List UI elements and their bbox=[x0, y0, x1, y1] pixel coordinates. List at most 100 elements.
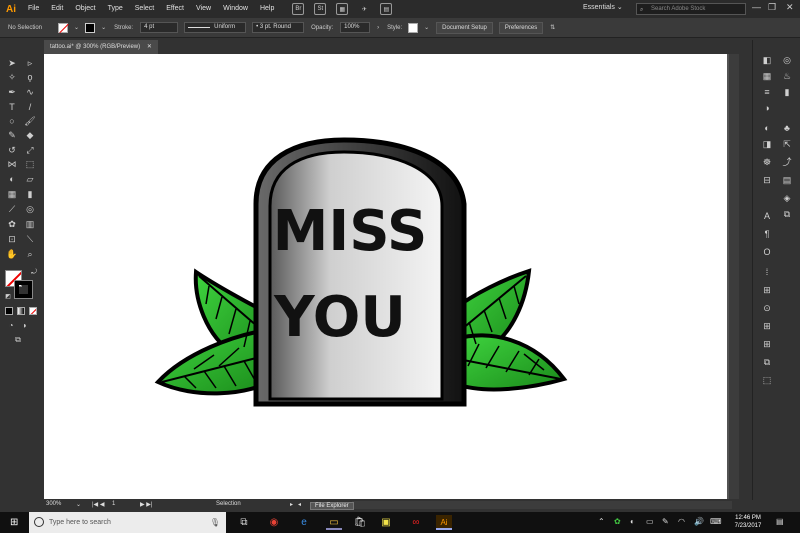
gradient-tool-icon[interactable]: ▮ bbox=[24, 188, 36, 200]
scale-tool-icon[interactable]: ⤢ bbox=[24, 144, 36, 156]
artboard-nav-prev[interactable]: |◀ ◀ bbox=[92, 501, 104, 508]
blend-tool-icon[interactable]: ◎ bbox=[24, 203, 36, 215]
stroke-swatch[interactable] bbox=[85, 22, 96, 33]
artboard[interactable]: MISS YOU bbox=[44, 54, 727, 499]
arrange-icon[interactable]: ⇅ bbox=[550, 24, 555, 31]
layers-icon[interactable]: ◈ bbox=[781, 192, 793, 204]
swap-fill-stroke-icon[interactable]: ⤾ bbox=[28, 267, 40, 279]
paintbrush-icon[interactable]: 🖌 bbox=[24, 115, 36, 127]
export-icon[interactable]: ⇱ bbox=[781, 138, 793, 150]
align-icon[interactable]: ⊟ bbox=[761, 174, 773, 186]
document-tab[interactable]: tattoo.ai* @ 300% (RGB/Preview) ✕ bbox=[44, 40, 158, 54]
column-graph-icon[interactable]: ▥ bbox=[24, 218, 36, 230]
transparency-icon[interactable]: ◑ bbox=[761, 102, 773, 114]
variable-width-profile[interactable]: Uniform bbox=[184, 22, 247, 33]
curvature-tool-icon[interactable]: ∿ bbox=[24, 86, 36, 98]
chevron-right-icon[interactable]: › bbox=[377, 25, 379, 31]
opacity-label[interactable]: Opacity: bbox=[311, 25, 333, 31]
artboard-number[interactable]: 1 bbox=[112, 501, 115, 507]
chevron-down-icon[interactable]: ⌄ bbox=[424, 24, 429, 31]
arrange-view-icon[interactable]: ▤ bbox=[380, 3, 393, 15]
keyboard-icon[interactable]: ⌨ bbox=[710, 517, 722, 526]
symbol-sprayer-icon[interactable]: ✿ bbox=[6, 218, 18, 230]
vertical-scrollbar[interactable] bbox=[729, 54, 739, 499]
swatches-icon[interactable]: ▦ bbox=[761, 70, 773, 82]
graphic-styles-icon[interactable]: ♣ bbox=[781, 122, 793, 134]
gradient-swatch[interactable] bbox=[17, 307, 25, 315]
direct-selection-tool-icon[interactable]: ▹ bbox=[24, 57, 36, 69]
type-tool-icon[interactable]: T bbox=[6, 101, 18, 113]
graphic-style-swatch[interactable] bbox=[408, 22, 419, 33]
stock-search-input[interactable]: ⌕ Search Adobe Stock bbox=[636, 3, 746, 15]
opacity-field[interactable]: 100% bbox=[340, 22, 371, 33]
menu-view[interactable]: View bbox=[190, 0, 217, 18]
menu-file[interactable]: File bbox=[22, 0, 45, 18]
free-transform-icon[interactable]: ⬚ bbox=[24, 158, 36, 170]
selection-tool-icon[interactable]: ➤ bbox=[6, 57, 18, 69]
screen-mode-icon[interactable]: ⧉ bbox=[12, 334, 24, 346]
variables-icon[interactable]: ⬚ bbox=[761, 374, 773, 386]
gpu-performance-icon[interactable]: ✈ bbox=[358, 3, 370, 15]
perspective-grid-icon[interactable]: ▱ bbox=[24, 173, 36, 185]
stock-icon[interactable]: St bbox=[314, 3, 327, 15]
transform-icon[interactable]: ⧉ bbox=[761, 356, 773, 368]
character-icon[interactable]: A bbox=[761, 210, 773, 222]
chevron-left-icon[interactable]: ◂ bbox=[298, 501, 301, 508]
stroke-label[interactable]: Stroke: bbox=[114, 25, 133, 31]
paragraph-icon[interactable]: ¶ bbox=[761, 228, 773, 240]
slice-tool-icon[interactable]: ⟍ bbox=[24, 233, 36, 245]
file-explorer-icon[interactable]: ▭ bbox=[326, 515, 342, 530]
zoom-tool-icon[interactable]: ⌕ bbox=[24, 248, 36, 260]
mesh-tool-icon[interactable]: ▦ bbox=[6, 188, 18, 200]
microphone-icon[interactable]: 🎙 bbox=[210, 512, 220, 533]
brush-definition[interactable]: • 3 pt. Round bbox=[252, 22, 305, 33]
info-icon[interactable]: ⊞ bbox=[761, 338, 773, 350]
line-tool-icon[interactable]: / bbox=[24, 101, 36, 113]
shaper-tool-icon[interactable]: ✎ bbox=[6, 129, 18, 141]
tray-pen-icon[interactable]: ✎ bbox=[662, 517, 669, 526]
tray-device-icon[interactable]: ▭ bbox=[646, 517, 654, 526]
fill-swatch[interactable] bbox=[58, 22, 69, 33]
chevron-right-icon[interactable]: ▸ bbox=[290, 501, 293, 508]
gradient-panel-icon[interactable]: ▮ bbox=[781, 86, 793, 98]
stroke-panel-icon[interactable]: ≡ bbox=[761, 86, 773, 98]
lasso-icon[interactable]: ϙ bbox=[24, 71, 36, 83]
bridge-icon[interactable]: Br bbox=[292, 3, 305, 15]
eyedropper-icon[interactable]: ⟋ bbox=[6, 203, 18, 215]
tray-app-icon[interactable]: ✿ bbox=[614, 517, 621, 526]
stroke-weight-field[interactable]: 4 pt bbox=[140, 22, 179, 33]
properties-icon[interactable]: ☸ bbox=[761, 156, 773, 168]
navigator-icon[interactable]: ⊙ bbox=[761, 302, 773, 314]
document-setup-button[interactable]: Document Setup bbox=[436, 21, 493, 34]
menu-window[interactable]: Window bbox=[217, 0, 254, 18]
symbols-icon[interactable]: ◨ bbox=[761, 138, 773, 150]
tray-chevron-icon[interactable]: ⌃ bbox=[598, 517, 605, 526]
maximize-button[interactable]: ❐ bbox=[768, 2, 776, 13]
menu-edit[interactable]: Edit bbox=[45, 0, 69, 18]
chevron-down-icon[interactable]: ⌄ bbox=[76, 501, 81, 508]
opentype-icon[interactable]: O bbox=[761, 246, 773, 258]
tabs-icon[interactable]: ⁞ bbox=[761, 266, 773, 278]
arrange-documents-icon[interactable]: ▦ bbox=[336, 3, 349, 15]
artboards-icon[interactable]: ⧉ bbox=[781, 208, 793, 220]
hand-tool-icon[interactable]: ✋ bbox=[6, 248, 18, 260]
workspace-switcher[interactable]: Essentials ⌄ bbox=[583, 3, 623, 11]
chevron-down-icon[interactable]: ⌄ bbox=[74, 24, 79, 31]
store-icon[interactable]: 🛍 bbox=[352, 515, 368, 530]
stroke-indicator[interactable] bbox=[14, 280, 33, 299]
sticky-notes-icon[interactable]: ▣ bbox=[378, 515, 394, 530]
draw-behind-icon[interactable]: ◑ bbox=[18, 320, 30, 332]
windows-start-icon[interactable]: ⊞ bbox=[10, 517, 18, 528]
minimize-button[interactable]: — bbox=[752, 2, 761, 12]
tray-cc-icon[interactable]: ◐ bbox=[630, 517, 635, 526]
menu-help[interactable]: Help bbox=[254, 0, 280, 18]
system-clock[interactable]: 12:46 PM 7/23/2017 bbox=[728, 514, 768, 530]
horizontal-scrollbar[interactable] bbox=[352, 501, 732, 509]
draw-mode-icon[interactable]: ◔ bbox=[5, 320, 17, 332]
chevron-down-icon[interactable]: ⌄ bbox=[101, 24, 106, 31]
menu-effect[interactable]: Effect bbox=[160, 0, 190, 18]
shape-builder-icon[interactable]: ◐ bbox=[6, 173, 18, 185]
asset-export-icon[interactable]: ⤴ bbox=[781, 156, 793, 168]
glyphs-icon[interactable]: ⊞ bbox=[761, 284, 773, 296]
color-guide-icon[interactable]: ◎ bbox=[781, 54, 793, 66]
